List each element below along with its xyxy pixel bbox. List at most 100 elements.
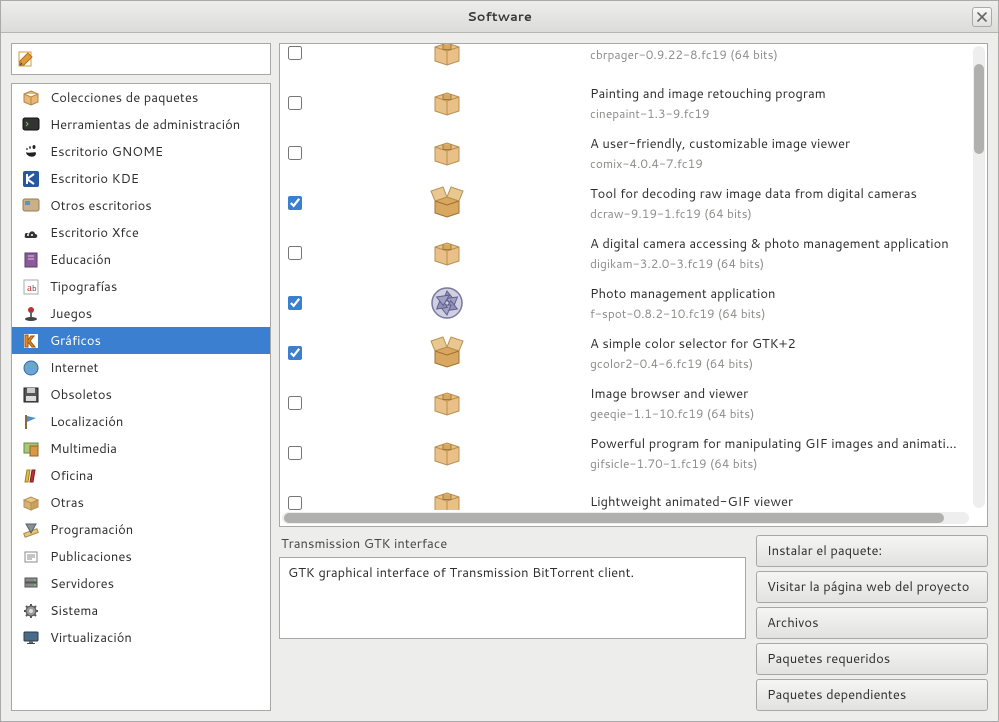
sidebar-item-label: Multimedia — [50, 440, 117, 458]
sidebar-item-box[interactable]: Otras — [12, 489, 270, 516]
package-row[interactable]: cbrpager-0.9.22-8.fc19 (64 bits) — [280, 44, 971, 78]
package-version: digikam-3.2.0-3.fc19 (64 bits) — [590, 255, 961, 272]
sidebar-item-label: Tipografías — [50, 278, 117, 296]
ruler-icon — [22, 521, 40, 539]
package-checkbox[interactable] — [288, 196, 302, 210]
package-row[interactable]: A digital camera accessing & photo manag… — [280, 228, 971, 278]
package-icon — [312, 235, 582, 271]
sidebar-item-gnome[interactable]: Escritorio GNOME — [12, 138, 270, 165]
package-icon — [312, 85, 582, 121]
kde-icon — [22, 170, 40, 188]
sidebar-item-media[interactable]: Multimedia — [12, 435, 270, 462]
scrollbar-thumb[interactable] — [974, 64, 984, 154]
scrollbar-thumb[interactable] — [284, 513, 944, 523]
package-checkbox[interactable] — [288, 346, 302, 360]
sidebar-item-label: Internet — [50, 359, 98, 377]
install-button[interactable]: Instalar el paquete: — [756, 535, 988, 567]
sidebar-item-desktop[interactable]: Otros escritorios — [12, 192, 270, 219]
package-icon — [312, 385, 582, 421]
sidebar-item-label: Sistema — [50, 602, 98, 620]
sidebar-item-label: Gráficos — [50, 332, 101, 350]
monitor-icon — [22, 629, 40, 647]
sidebar-item-book[interactable]: Educación — [12, 246, 270, 273]
sidebar-item-publish[interactable]: Publicaciones — [12, 543, 270, 570]
dependent-button[interactable]: Paquetes dependientes — [756, 679, 988, 711]
close-icon — [977, 12, 987, 22]
sidebar-item-label: Escritorio GNOME — [50, 143, 163, 161]
package-row[interactable]: A user-friendly, customizable image view… — [280, 128, 971, 178]
package-version: gcolor2-0.4-6.fc19 (64 bits) — [590, 355, 961, 372]
sidebar-item-package[interactable]: Colecciones de paquetes — [12, 84, 270, 111]
package-row[interactable]: Powerful program for manipulating GIF im… — [280, 428, 971, 478]
package-title: A simple color selector for GTK+2 — [590, 335, 961, 353]
search-box[interactable] — [11, 43, 271, 75]
sidebar-item-terminal[interactable]: Herramientas de administración — [12, 111, 270, 138]
detail-description: GTK graphical interface of Transmission … — [279, 557, 746, 639]
close-button[interactable] — [972, 7, 992, 27]
package-checkbox[interactable] — [288, 296, 302, 310]
package-row[interactable]: Painting and image retouching programcin… — [280, 78, 971, 128]
package-checkbox[interactable] — [288, 496, 302, 510]
actions-panel: Instalar el paquete: Visitar la página w… — [756, 535, 988, 711]
package-checkbox[interactable] — [288, 396, 302, 410]
search-input[interactable] — [40, 52, 264, 67]
sidebar-item-monitor[interactable]: Virtualización — [12, 624, 270, 651]
package-row[interactable]: Tool for decoding raw image data from di… — [280, 178, 971, 228]
horizontal-scrollbar[interactable] — [282, 512, 969, 524]
required-button[interactable]: Paquetes requeridos — [756, 643, 988, 675]
package-list-viewport: cbrpager-0.9.22-8.fc19 (64 bits)Painting… — [279, 43, 988, 527]
package-checkbox[interactable] — [288, 46, 302, 60]
homepage-button[interactable]: Visitar la página web del proyecto — [756, 571, 988, 603]
package-icon — [312, 435, 582, 471]
media-icon — [22, 440, 40, 458]
sidebar-item-label: Programación — [50, 521, 133, 539]
package-title: Image browser and viewer — [590, 385, 961, 403]
package-checkbox[interactable] — [288, 246, 302, 260]
package-version: dcraw-9.19-1.fc19 (64 bits) — [590, 205, 961, 222]
sidebar-item-office[interactable]: Oficina — [12, 462, 270, 489]
package-title: Tool for decoding raw image data from di… — [590, 185, 961, 203]
office-icon — [22, 467, 40, 485]
sidebar-item-label: Colecciones de paquetes — [50, 89, 198, 107]
terminal-icon — [22, 116, 40, 134]
sidebar-item-globe[interactable]: Internet — [12, 354, 270, 381]
package-title: Painting and image retouching program — [590, 85, 961, 103]
sidebar-item-gear[interactable]: Sistema — [12, 597, 270, 624]
desktop-icon — [22, 197, 40, 215]
package-checkbox[interactable] — [288, 446, 302, 460]
package-icon — [312, 135, 582, 171]
package-checkbox[interactable] — [288, 96, 302, 110]
flag-icon — [22, 413, 40, 431]
sidebar-item-floppy[interactable]: Obsoletos — [12, 381, 270, 408]
package-row[interactable]: Lightweight animated-GIF viewer — [280, 478, 971, 510]
joystick-icon — [22, 305, 40, 323]
package-icon — [312, 485, 582, 510]
globe-icon — [22, 359, 40, 377]
package-row[interactable]: Photo management applicationf-spot-0.8.2… — [280, 278, 971, 328]
sidebar-item-ruler[interactable]: Programación — [12, 516, 270, 543]
window-title: Software — [467, 8, 532, 26]
package-title: A user-friendly, customizable image view… — [590, 135, 961, 153]
package-title: Lightweight animated-GIF viewer — [590, 493, 961, 510]
sidebar-item-joystick[interactable]: Juegos — [12, 300, 270, 327]
sidebar-item-server[interactable]: Servidores — [12, 570, 270, 597]
sidebar-item-label: Obsoletos — [50, 386, 112, 404]
sidebar-item-label: Publicaciones — [50, 548, 132, 566]
package-version: geeqie-1.1-10.fc19 (64 bits) — [590, 405, 961, 422]
files-button[interactable]: Archivos — [756, 607, 988, 639]
sidebar-item-xfce[interactable]: Escritorio Xfce — [12, 219, 270, 246]
sidebar-item-label: Juegos — [50, 305, 92, 323]
package-checkbox[interactable] — [288, 146, 302, 160]
sidebar-item-label: Otros escritorios — [50, 197, 152, 215]
package-row[interactable]: Image browser and viewer geeqie-1.1-10.fc… — [280, 378, 971, 428]
sidebar-item-flag[interactable]: Localización — [12, 408, 270, 435]
vertical-scrollbar[interactable] — [973, 46, 985, 508]
book-icon — [22, 251, 40, 269]
sidebar-item-kde[interactable]: Escritorio KDE — [12, 165, 270, 192]
sidebar-item-graphics[interactable]: Gráficos — [12, 327, 270, 354]
package-title: Photo management application — [590, 285, 961, 303]
package-row[interactable]: A simple color selector for GTK+2 gcolor2… — [280, 328, 971, 378]
sidebar-item-label: Oficina — [50, 467, 93, 485]
sidebar-item-font[interactable]: abTipografías — [12, 273, 270, 300]
edit-icon — [18, 51, 34, 67]
